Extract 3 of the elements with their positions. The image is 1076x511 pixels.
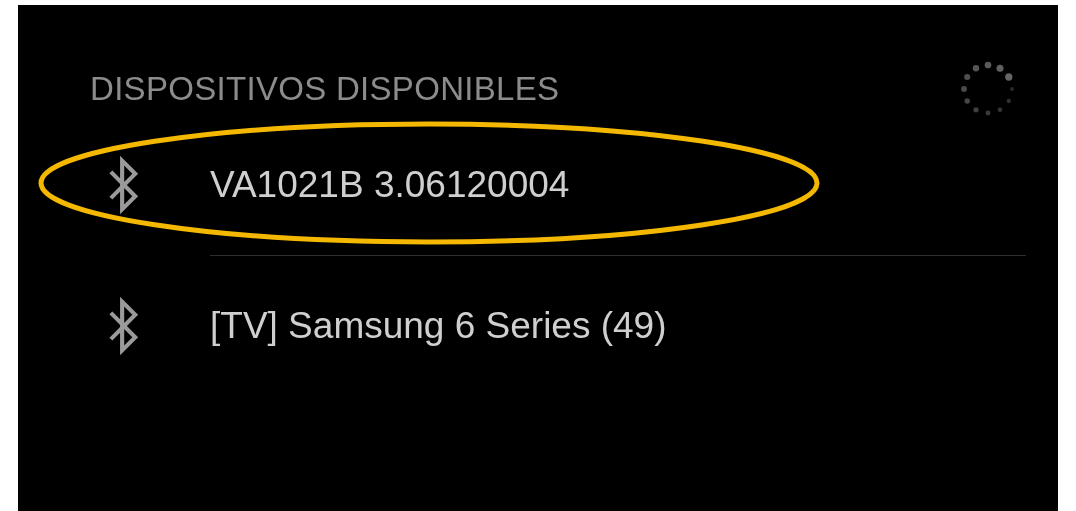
section-header: DISPOSITIVOS DISPONIBLES: [90, 70, 560, 108]
device-item[interactable]: VA1021B 3.06120004: [18, 115, 1058, 255]
device-item[interactable]: [TV] Samsung 6 Series (49): [18, 256, 1058, 396]
